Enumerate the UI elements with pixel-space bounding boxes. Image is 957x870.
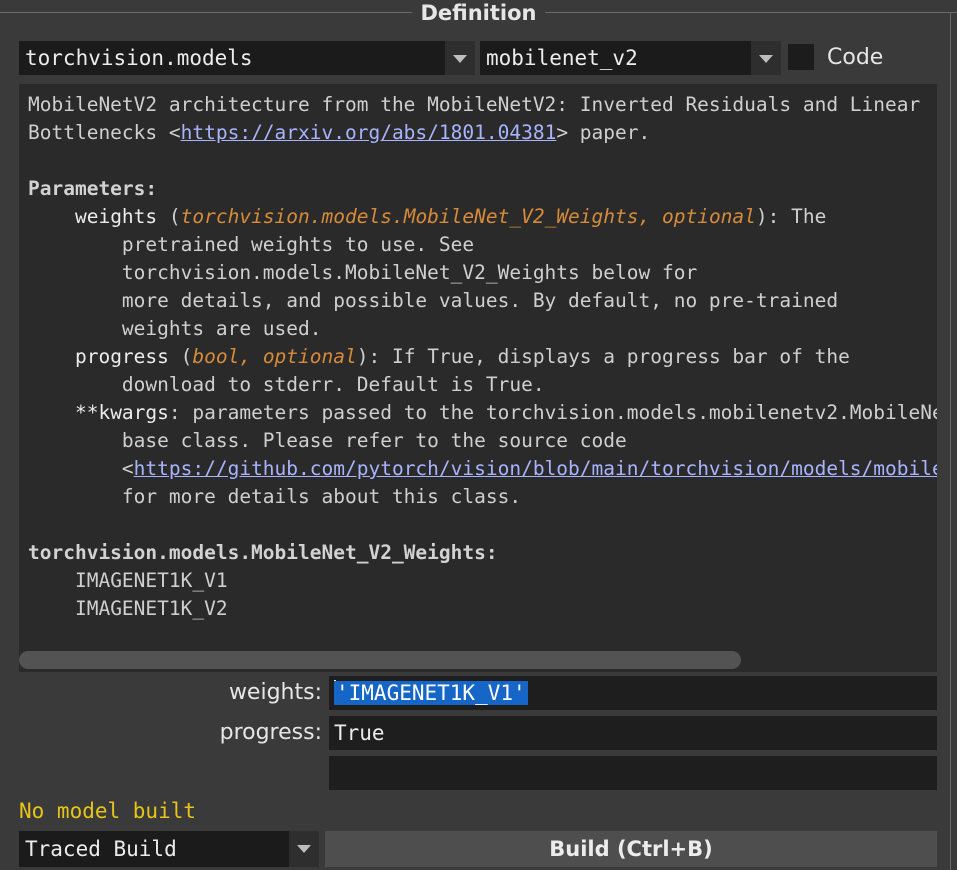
code-checkbox-label[interactable]: Code (827, 44, 883, 72)
docstring-horizontal-scrollbar[interactable] (19, 648, 937, 672)
build-mode-select[interactable]: Traced Build (19, 831, 319, 867)
github-source-link[interactable]: https://github.com/pytorch/vision/blob/m… (134, 457, 937, 480)
paren: ( (157, 205, 181, 228)
weights-enum-item: IMAGENET1K_V2 (74, 597, 228, 620)
chevron-down-icon[interactable] (289, 831, 319, 867)
param-weights-desc-3: torchvision.models.MobileNet_V2_Weights … (121, 261, 698, 284)
param-kwargs-desc-2: base class. Please refer to the source c… (121, 429, 627, 452)
frame-border-right (950, 12, 951, 870)
build-button[interactable]: Build (Ctrl+B) (325, 831, 937, 867)
doc-intro-line-2-end: > paper. (556, 121, 651, 144)
scrollbar-thumb[interactable] (19, 651, 741, 669)
param-weights-desc-4: more details, and possible values. By de… (121, 289, 839, 312)
param-progress-desc-2: download to stderr. Default is True. (121, 373, 545, 396)
weights-enum-heading: torchvision.models.MobileNet_V2_Weights: (28, 541, 498, 564)
param-kwargs-name: **kwargs (74, 401, 169, 424)
param-progress-name: progress (74, 345, 169, 368)
frame-title: Definition (0, 0, 957, 26)
docstring-text: MobileNetV2 architecture from the Mobile… (19, 84, 937, 623)
param-kwargs-desc-4: for more details about this class. (121, 485, 522, 508)
param-kwargs-desc: : parameters passed to the torchvision.m… (168, 401, 937, 424)
progress-input-value: True (334, 721, 385, 745)
weights-field-label: weights: (228, 680, 322, 705)
build-mode-value: Traced Build (25, 837, 177, 861)
doc-intro-line-1: MobileNetV2 architecture from the Mobile… (28, 93, 921, 116)
paren: ( (168, 345, 193, 368)
param-progress-type: bool, optional (192, 345, 357, 368)
doc-intro-line-2: Bottlenecks < (28, 121, 181, 144)
param-progress-desc: ): If True, displays a progress bar of t… (356, 345, 850, 368)
chevron-down-icon[interactable] (751, 41, 781, 75)
param-weights-type: torchvision.models.MobileNet_V2_Weights,… (180, 205, 756, 228)
module-select[interactable]: torchvision.models (19, 41, 475, 75)
weights-input-value: 'IMAGENET1K_V1' (334, 681, 528, 705)
frame-title-text: Definition (412, 0, 545, 26)
model-select-value: mobilenet_v2 (486, 46, 638, 70)
angle-bracket: < (121, 457, 134, 480)
extra-input[interactable] (329, 756, 937, 790)
param-weights-desc-5: weights are used. (121, 317, 322, 340)
chevron-down-icon[interactable] (445, 41, 475, 75)
code-checkbox[interactable] (788, 44, 814, 70)
weights-enum-item: IMAGENET1K_V1 (74, 569, 228, 592)
model-select[interactable]: mobilenet_v2 (480, 41, 781, 75)
module-select-value: torchvision.models (25, 46, 253, 70)
progress-field-label: progress: (219, 720, 322, 745)
param-weights-name: weights (74, 205, 158, 228)
progress-input[interactable]: True (329, 716, 937, 750)
param-weights-desc-2: pretrained weights to use. See (121, 233, 475, 256)
arxiv-link[interactable]: https://arxiv.org/abs/1801.04381 (181, 121, 557, 144)
param-weights-desc: ): The (755, 205, 827, 228)
build-status-text: No model built (19, 799, 197, 823)
weights-input[interactable]: 'IMAGENET1K_V1' (329, 676, 937, 710)
params-heading: Parameters: (28, 177, 158, 200)
docstring-panel[interactable]: MobileNetV2 architecture from the Mobile… (19, 84, 937, 648)
